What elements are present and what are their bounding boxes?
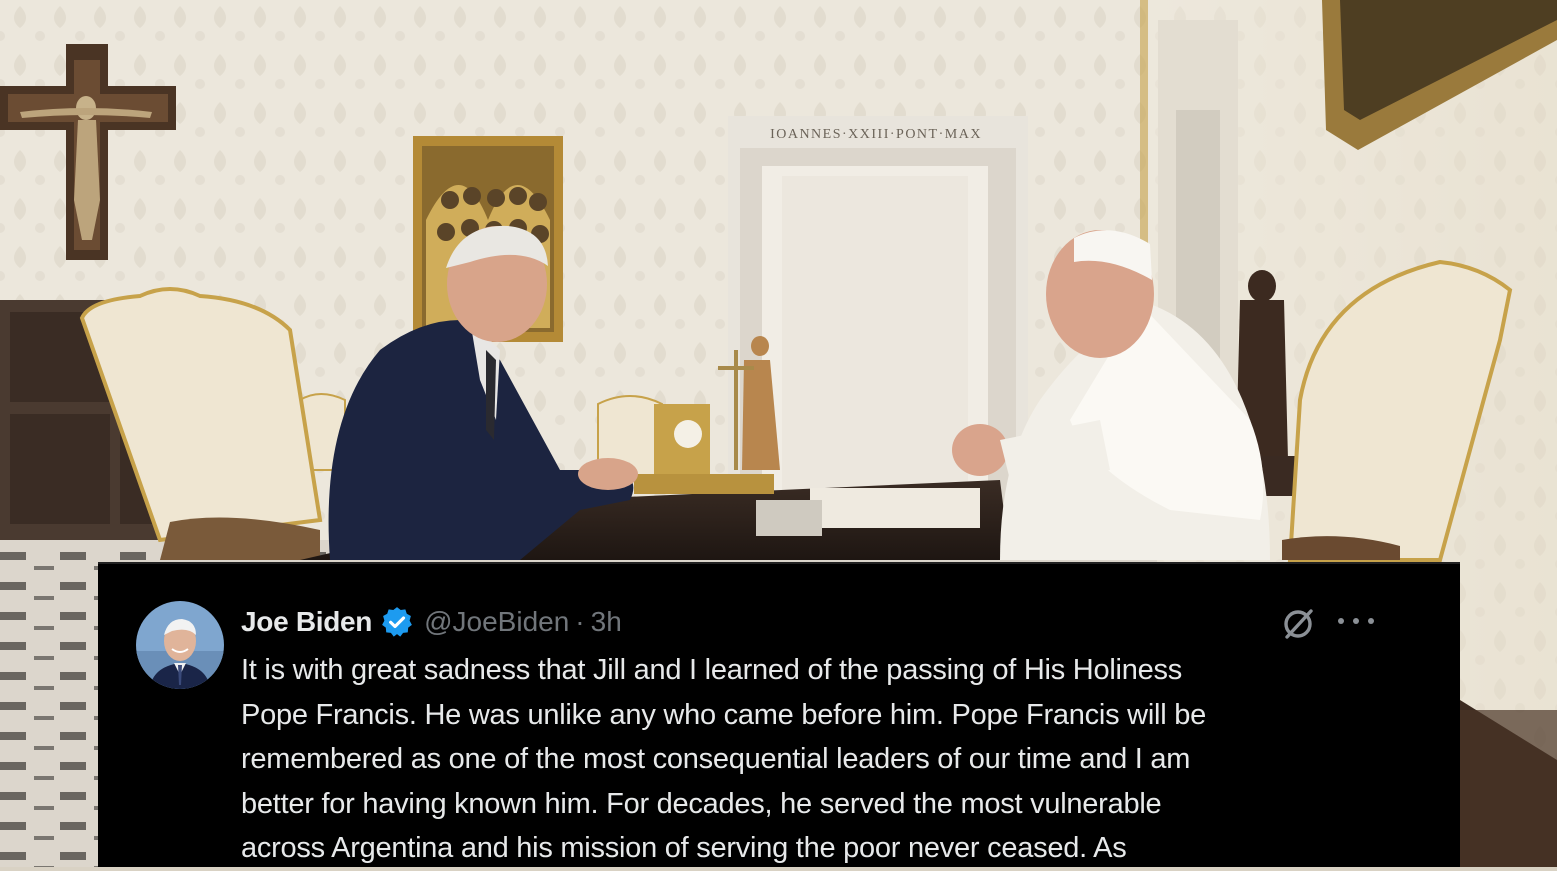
tweet-header: Joe Biden @JoeBiden · 3h [241, 604, 622, 640]
tweet-line: better for having known him. For decades… [241, 787, 1162, 820]
tweet-card[interactable]: Joe Biden @JoeBiden · 3h It is with grea… [98, 562, 1460, 867]
tweet-line: across Argentina and his mission of serv… [241, 832, 1127, 864]
grok-icon[interactable] [1281, 607, 1315, 641]
author-name[interactable]: Joe Biden [241, 606, 372, 638]
tweet-body: It is with great sadness that Jill and I… [241, 648, 1401, 871]
tweet-line: remembered as one of the most consequent… [241, 743, 1191, 775]
door-inscription: IOANNES·XXIII·PONT·MAX [770, 127, 982, 142]
tweet-line: Pope Francis. He was unlike any who came… [241, 698, 1206, 731]
verified-badge-icon [380, 605, 414, 639]
author-avatar[interactable] [136, 601, 224, 689]
header-separator: · [575, 606, 585, 637]
author-handle[interactable]: @JoeBiden [424, 606, 569, 638]
tweet-timestamp[interactable]: 3h [591, 606, 622, 638]
more-options-icon[interactable] [1338, 608, 1374, 634]
tweet-line: It is with great sadness that Jill and I… [241, 654, 1182, 686]
